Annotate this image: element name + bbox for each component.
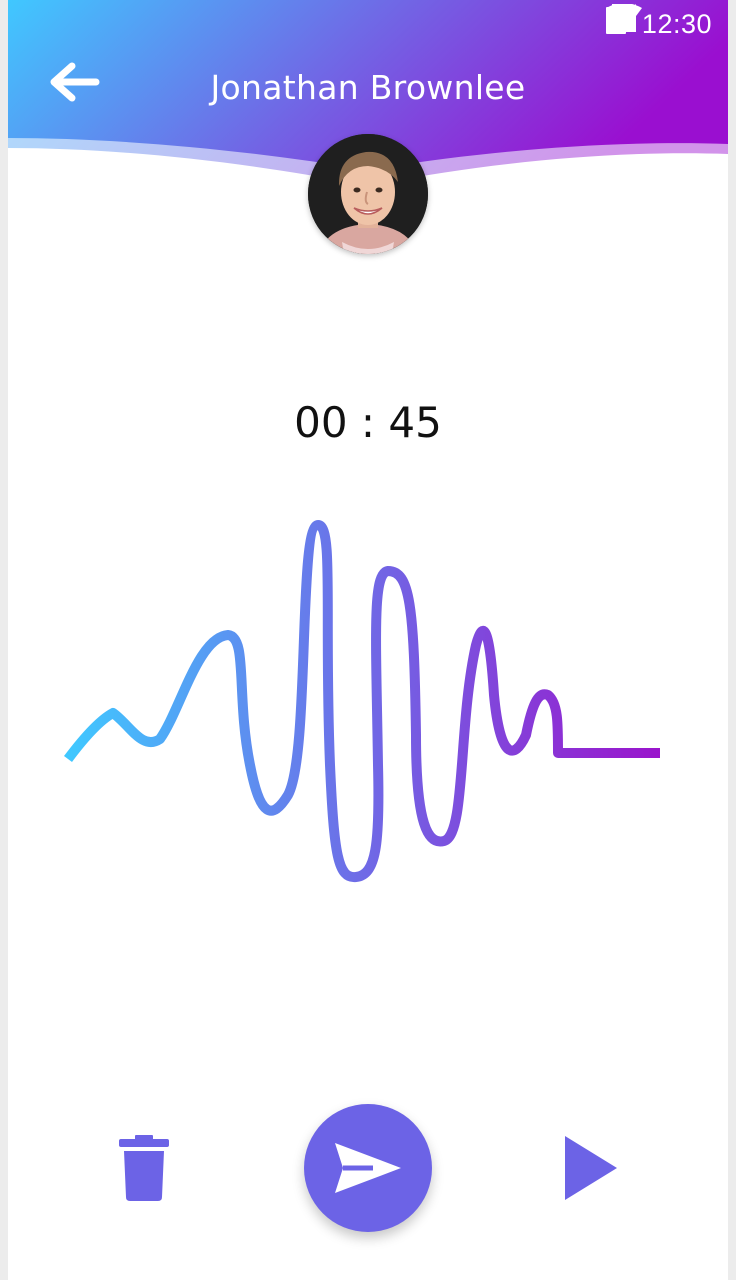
avatar-portrait bbox=[308, 134, 428, 254]
play-icon bbox=[565, 1136, 617, 1200]
play-button[interactable] bbox=[556, 1130, 626, 1206]
status-bar: 12:30 bbox=[605, 4, 712, 44]
voice-message-screen: 12:30 Jonathan Brownlee 00 : 45 bbox=[8, 0, 728, 1280]
contact-name: Jonathan Brownlee bbox=[210, 68, 526, 107]
delete-button[interactable] bbox=[112, 1130, 176, 1206]
audio-waveform bbox=[64, 520, 660, 883]
send-button[interactable] bbox=[304, 1104, 432, 1232]
contact-avatar[interactable] bbox=[308, 134, 428, 254]
controls-bar bbox=[8, 1100, 728, 1240]
recording-timer: 00 : 45 bbox=[294, 398, 442, 447]
trash-icon bbox=[117, 1135, 171, 1201]
send-icon bbox=[335, 1143, 401, 1193]
status-time: 12:30 bbox=[641, 8, 712, 39]
